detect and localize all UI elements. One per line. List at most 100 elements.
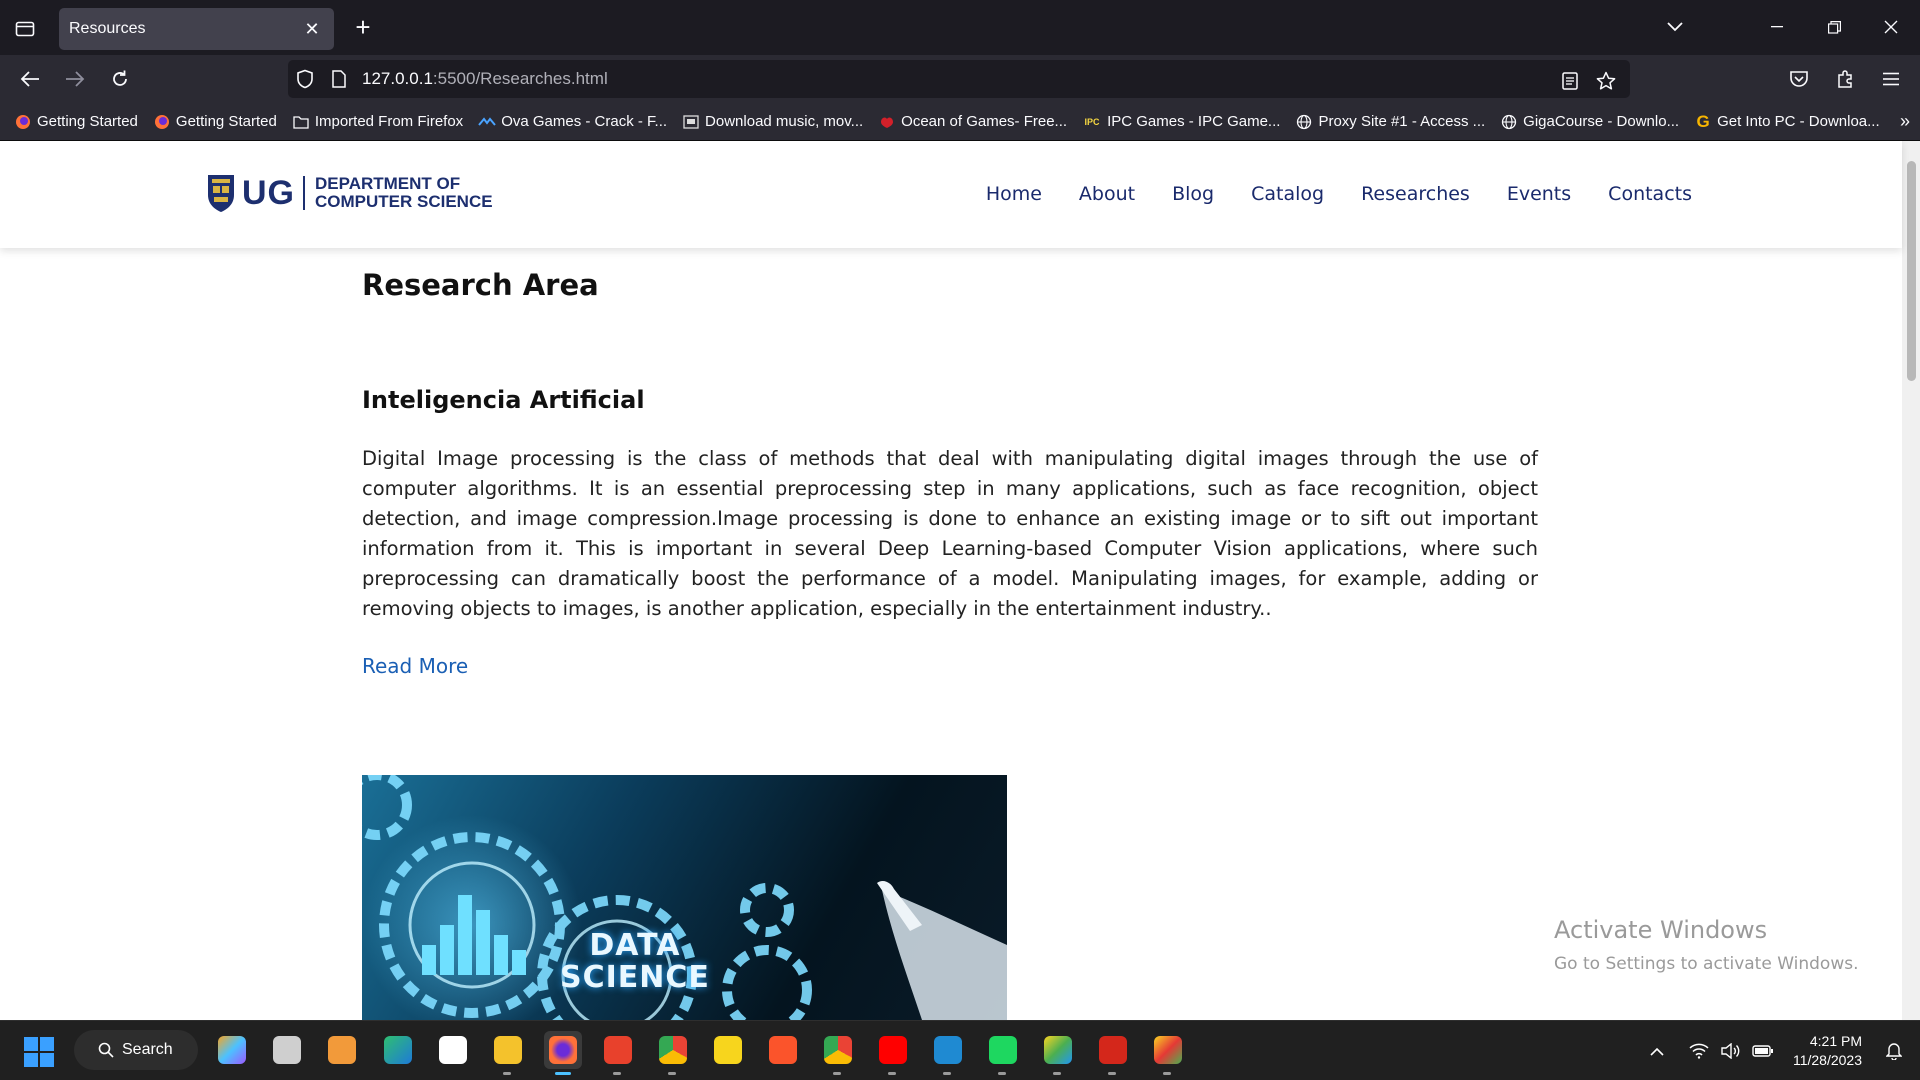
bookmark-label: Get Into PC - Downloa... [1717, 113, 1880, 130]
page-scrollbar[interactable] [1902, 141, 1920, 1020]
nav-link-researches[interactable]: Researches [1361, 183, 1470, 205]
bookmark-star-icon[interactable] [1588, 62, 1624, 100]
copilot-app-icon-glyph [218, 1036, 246, 1064]
scrollbar-thumb[interactable] [1907, 161, 1916, 381]
extensions-button[interactable] [1822, 62, 1868, 96]
tab-overflow-chevron-icon[interactable] [1660, 14, 1690, 40]
youtube-icon[interactable] [874, 1031, 912, 1075]
activate-windows-subtitle: Go to Settings to activate Windows. [1554, 954, 1859, 974]
image-text-line2: SCIENCE [560, 960, 710, 995]
activate-windows-title: Activate Windows [1554, 916, 1768, 944]
taskbar-search-box[interactable]: Search [74, 1030, 198, 1070]
bookmark-item[interactable]: Getting Started [153, 113, 277, 131]
nav-link-about[interactable]: About [1079, 183, 1135, 205]
firefox-taskbar-icon-glyph [549, 1036, 577, 1064]
bookmark-item[interactable]: GigaCourse - Downlo... [1500, 113, 1679, 131]
chat-app-icon[interactable] [323, 1031, 361, 1069]
site-header: UG DEPARTMENT OF COMPUTER SCIENCE Home A… [0, 141, 1902, 248]
sticky-notes-icon-glyph [714, 1036, 742, 1064]
spotify-icon[interactable] [984, 1031, 1022, 1075]
running-indicator [668, 1072, 676, 1075]
close-tab-icon[interactable]: ✕ [300, 19, 324, 40]
bookmark-item[interactable]: Proxy Site #1 - Access ... [1295, 113, 1485, 131]
running-indicator [1108, 1072, 1116, 1075]
active-tab[interactable]: Resources ✕ [59, 8, 334, 50]
bluestacks-x-icon-glyph [1154, 1036, 1182, 1064]
bookmark-item[interactable]: Getting Started [14, 113, 138, 131]
bookmark-label: Ocean of Games- Free... [901, 113, 1068, 130]
more-bookmarks-chevron-icon[interactable]: » [1900, 111, 1910, 132]
ova-games-icon [478, 113, 496, 131]
bluestacks-icon[interactable] [1039, 1031, 1077, 1075]
reader-view-icon[interactable] [1552, 62, 1588, 100]
copilot-app-icon[interactable] [213, 1031, 251, 1069]
bluestacks-x-icon[interactable] [1149, 1031, 1187, 1075]
logo-department-name: DEPARTMENT OF COMPUTER SCIENCE [315, 175, 493, 211]
firefox-icon [14, 113, 32, 131]
bookmarks-toolbar: Getting Started Getting Started Imported F… [0, 103, 1920, 141]
nav-link-contacts[interactable]: Contacts [1608, 183, 1692, 205]
pocket-icon [1790, 71, 1808, 87]
volume-icon[interactable] [1717, 1037, 1745, 1065]
adobe-acrobat-icon[interactable] [1094, 1031, 1132, 1075]
nav-link-home[interactable]: Home [986, 183, 1042, 205]
battery-icon[interactable] [1749, 1037, 1777, 1065]
spotify-icon-glyph [989, 1036, 1017, 1064]
reload-button[interactable] [103, 62, 137, 96]
chrome-profile-b-icon[interactable] [654, 1031, 692, 1075]
close-window-button[interactable] [1868, 10, 1914, 44]
nav-link-events[interactable]: Events [1507, 183, 1571, 205]
minimize-window-button[interactable] [1754, 10, 1800, 44]
show-hidden-icons-chevron-icon[interactable] [1643, 1037, 1671, 1065]
notifications-bell-icon[interactable] [1880, 1037, 1908, 1065]
brave-browser-icon-glyph [769, 1036, 797, 1064]
read-more-link[interactable]: Read More [362, 654, 468, 678]
tracking-protection-shield-icon[interactable] [288, 60, 322, 98]
wifi-icon[interactable] [1685, 1037, 1713, 1065]
running-indicator [888, 1072, 896, 1075]
ccleaner-icon[interactable] [599, 1031, 637, 1075]
edge-browser-icon[interactable] [379, 1031, 417, 1069]
ipc-games-icon: IPC [1084, 116, 1100, 127]
site-navigation: Home About Blog Catalog Researches Event… [949, 183, 1692, 205]
brave-browser-icon[interactable] [764, 1031, 802, 1069]
file-explorer-icon[interactable] [489, 1031, 527, 1075]
tab-list-icon [15, 21, 35, 37]
bookmark-item[interactable]: IPC IPC Games - IPC Game... [1082, 113, 1281, 131]
bookmark-item[interactable]: Download music, mov... [682, 113, 863, 131]
globe-icon [1500, 113, 1518, 131]
address-bar[interactable]: 127.0.0.1:5500/Researches.html [288, 60, 1630, 98]
getintopc-icon: G [1696, 111, 1710, 131]
search-icon [98, 1042, 114, 1058]
running-indicator [998, 1072, 1006, 1075]
windows-logo-icon-tile [24, 1053, 38, 1067]
task-view-icon[interactable] [268, 1031, 306, 1069]
forward-arrow-icon [66, 71, 85, 87]
new-tab-button[interactable]: + [348, 12, 378, 42]
pocket-button[interactable] [1776, 62, 1822, 96]
sticky-notes-icon[interactable] [709, 1031, 747, 1069]
restore-window-button[interactable] [1811, 10, 1857, 44]
forward-button[interactable] [58, 62, 92, 96]
bookmark-item[interactable]: Ova Games - Crack - F... [478, 113, 667, 131]
bookmark-item[interactable]: Ocean of Games- Free... [878, 113, 1067, 131]
vscode-icon[interactable] [929, 1031, 967, 1075]
department-logo[interactable]: UG DEPARTMENT OF COMPUTER SCIENCE [206, 173, 493, 213]
back-button[interactable] [13, 62, 47, 96]
firefox-taskbar-icon[interactable] [544, 1031, 582, 1075]
chrome-profile-icon[interactable] [819, 1031, 857, 1075]
page-title: Research Area [362, 268, 599, 302]
app-menu-button[interactable] [1868, 62, 1914, 96]
start-button[interactable] [24, 1037, 54, 1067]
list-all-tabs-button[interactable] [8, 14, 42, 42]
windows-taskbar: Search 4:21 PM 11/28/2023 [0, 1020, 1920, 1080]
bookmark-item[interactable]: G Get Into PC - Downloa... [1694, 111, 1880, 131]
url-text[interactable]: 127.0.0.1:5500/Researches.html [362, 69, 608, 89]
edge-browser-icon-glyph [384, 1036, 412, 1064]
nav-link-blog[interactable]: Blog [1172, 183, 1214, 205]
taskbar-clock[interactable]: 4:21 PM 11/28/2023 [1793, 1032, 1862, 1070]
microsoft-store-icon[interactable] [434, 1031, 472, 1069]
page-info-icon[interactable] [322, 60, 356, 98]
nav-link-catalog[interactable]: Catalog [1251, 183, 1324, 205]
bookmark-item[interactable]: Imported From Firefox [292, 113, 463, 131]
